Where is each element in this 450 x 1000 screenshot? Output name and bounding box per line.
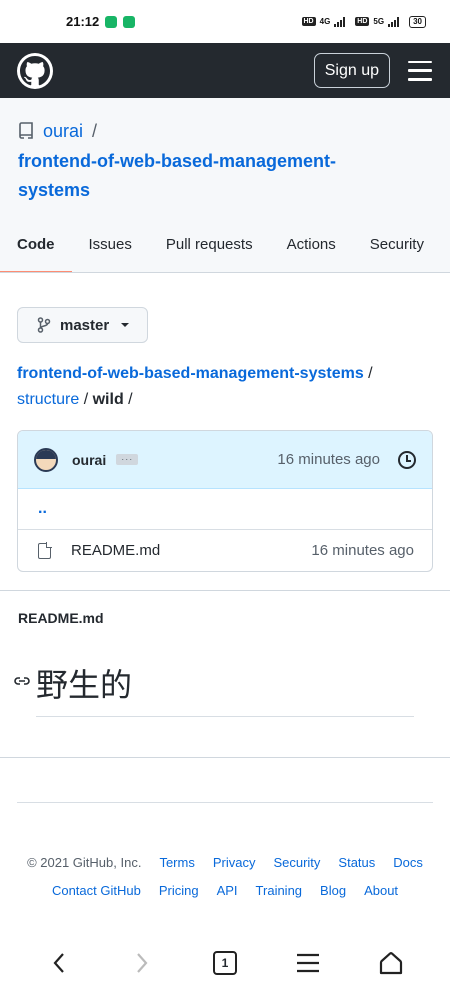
file-name-link[interactable]: README.md [71,542,160,559]
battery-icon: 30 [409,15,426,28]
home-icon [379,951,402,974]
commit-author-link[interactable]: ourai [72,452,106,468]
tabs-count-icon: 1 [212,950,237,975]
breadcrumb-separator: / [368,365,373,382]
breadcrumb-separator-3: / [128,391,133,408]
footer-link-security[interactable]: Security [273,849,320,877]
breadcrumb-structure-link[interactable]: structure [17,391,79,408]
site-footer: © 2021 GitHub, Inc. Terms Privacy Securi… [17,802,433,905]
github-logo-icon[interactable] [17,52,53,89]
hd-badge: HD [301,17,316,26]
app-notification-icon-2 [123,15,136,28]
readme-heading: 野生的 [14,660,414,717]
repo-name-link[interactable]: frontend-of-web-based-management-systems [18,147,378,205]
readme-title: README.md [18,610,104,626]
home-button[interactable] [371,943,411,983]
file-time[interactable]: 16 minutes ago [311,542,414,559]
avatar[interactable] [34,447,58,472]
back-button[interactable] [39,943,79,983]
chevron-right-icon [137,952,148,973]
file-row[interactable]: README.md 16 minutes ago [18,530,432,571]
footer-link-status[interactable]: Status [338,849,375,877]
menu-icon [296,953,319,972]
app-notification-icon [105,15,118,28]
branch-label: master [60,316,110,334]
hamburger-menu-icon[interactable] [408,60,432,81]
footer-row-1: © 2021 GitHub, Inc. Terms Privacy Securi… [17,849,433,877]
signal-icon [334,16,346,27]
chevron-left-icon [53,952,65,973]
site-header: Sign up [0,43,450,98]
footer-link-blog[interactable]: Blog [320,877,346,905]
footer-link-pricing[interactable]: Pricing [159,877,199,905]
menu-button[interactable] [288,943,328,983]
history-icon[interactable] [398,450,416,469]
footer-link-api[interactable]: API [217,877,238,905]
tab-issues[interactable]: Issues [89,230,132,272]
tab-code[interactable]: Code [0,230,72,272]
main-content: master frontend-of-web-based-management-… [0,273,450,572]
footer-link-terms[interactable]: Terms [159,849,194,877]
browser-navbar: 1 [0,935,450,990]
readme-heading-text: 野生的 [36,666,133,704]
breadcrumb-root-link[interactable]: frontend-of-web-based-management-systems [17,365,364,382]
status-left: 21:12 [66,14,136,29]
network-label-2: 5G [373,17,385,26]
forward-button[interactable] [122,943,162,983]
status-time: 21:12 [66,14,100,29]
breadcrumb-current: wild [92,391,124,408]
link-icon[interactable] [14,676,30,686]
signal-icon-2 [388,16,400,27]
footer-link-training[interactable]: Training [256,877,302,905]
breadcrumb: frontend-of-web-based-management-systems… [17,361,433,413]
status-right: HD 4G HD 5G 30 [301,15,426,28]
footer-copyright: © 2021 GitHub, Inc. [27,855,142,870]
tabs-button[interactable]: 1 [205,943,245,983]
commit-time[interactable]: 16 minutes ago [277,451,380,468]
tab-pull-requests[interactable]: Pull requests [166,230,253,272]
commit-message-expand-button[interactable]: ··· [116,454,139,465]
network-label: 4G [319,17,331,26]
readme-panel: README.md 野生的 [0,590,450,758]
git-branch-icon [37,317,51,333]
file-list: ourai ··· 16 minutes ago .. README.md 16… [17,430,433,572]
repo-header: ourai / frontend-of-web-based-management… [0,98,450,273]
parent-directory-link[interactable]: .. [38,500,47,518]
parent-directory-row[interactable]: .. [18,489,432,530]
hd-badge-2: HD [355,17,370,26]
repo-icon [19,122,33,139]
chevron-down-icon [121,323,130,327]
footer-link-privacy[interactable]: Privacy [213,849,256,877]
repo-tabs: Code Issues Pull requests Actions Securi… [0,230,441,272]
status-bar: 21:12 HD 4G HD 5G 30 [0,0,450,43]
tab-actions[interactable]: Actions [287,230,336,272]
signup-button[interactable]: Sign up [313,53,390,88]
repo-owner-link[interactable]: ourai [43,121,83,142]
footer-row-2: Contact GitHub Pricing API Training Blog… [17,877,433,905]
breadcrumb-separator-2: / [83,391,89,408]
branch-select-button[interactable]: master [17,307,149,343]
footer-link-contact[interactable]: Contact GitHub [52,877,141,905]
tabs-count: 1 [221,955,229,970]
repo-owner-line: ourai / [18,120,450,142]
latest-commit-row: ourai ··· 16 minutes ago [18,431,432,489]
footer-link-docs[interactable]: Docs [393,849,423,877]
owner-separator: / [92,120,98,141]
file-icon [38,542,52,559]
tab-security[interactable]: Security [370,230,424,272]
header-actions: Sign up [313,53,432,88]
footer-link-about[interactable]: About [364,877,398,905]
